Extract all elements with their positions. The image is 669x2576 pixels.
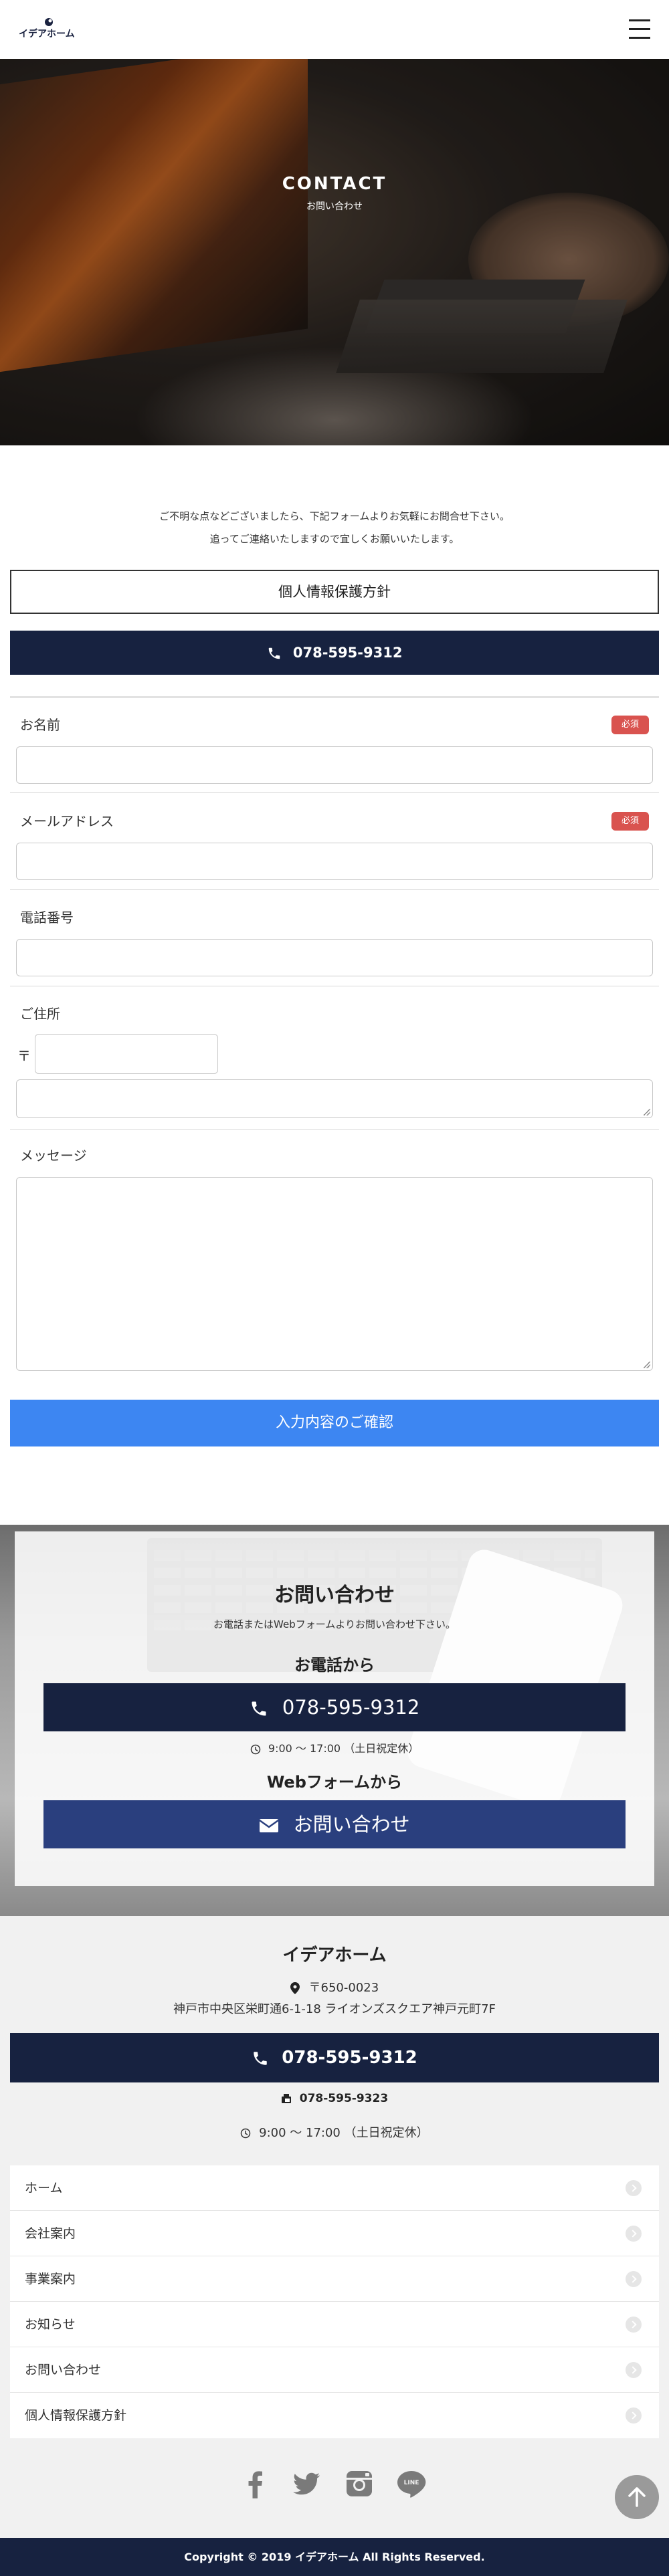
tel-label: 電話番号 bbox=[20, 909, 74, 926]
line-icon-text: LINE bbox=[404, 2480, 419, 2486]
footer-nav: ホーム 会社案内 事業案内 お知らせ お問い合わせ 個人情報保護方針 bbox=[10, 2165, 659, 2438]
fax-icon bbox=[281, 2094, 291, 2103]
contact-hours: 9:00 ～ 17:00 （土日祝定休） bbox=[0, 1739, 669, 1755]
contact-phone-button[interactable]: 078-595-9312 bbox=[43, 1683, 626, 1731]
envelope-icon bbox=[259, 1819, 280, 1832]
contact-phone-label: 078-595-9312 bbox=[282, 1696, 420, 1719]
nav-label: ホーム bbox=[25, 2181, 63, 2195]
nav-label: 事業案内 bbox=[25, 2272, 76, 2286]
site-header: イデアホーム bbox=[0, 0, 669, 59]
hero-title: CONTACT bbox=[282, 174, 387, 194]
tel-input[interactable] bbox=[16, 939, 653, 976]
clock-icon bbox=[241, 2128, 251, 2139]
contact-lead: お電話またはWebフォームよりお問い合わせ下さい。 bbox=[213, 1618, 456, 1630]
footer-zip-text: 〒650-0023 bbox=[308, 1981, 379, 1995]
form-divider bbox=[10, 1129, 659, 1130]
clock-icon bbox=[250, 1744, 261, 1754]
name-label: お名前 bbox=[20, 717, 60, 733]
line-icon[interactable]: LINE bbox=[395, 2468, 427, 2500]
site-logo[interactable]: イデアホーム bbox=[19, 17, 76, 41]
chevron-right-icon bbox=[626, 2362, 642, 2378]
footer-nav-privacy[interactable]: 個人情報保護方針 bbox=[10, 2393, 659, 2438]
footer-fax-text: 078-595-9323 bbox=[299, 2092, 389, 2105]
zip-input[interactable] bbox=[35, 1034, 218, 1074]
chevron-right-icon bbox=[626, 2226, 642, 2242]
map-pin-icon bbox=[290, 1982, 300, 1994]
form-divider bbox=[10, 792, 659, 793]
footer-fax: 078-595-9323 bbox=[0, 2092, 669, 2105]
confirm-button[interactable]: 入力内容のご確認 bbox=[10, 1400, 659, 1446]
arrow-up-icon bbox=[628, 2487, 646, 2507]
facebook-icon[interactable] bbox=[240, 2468, 272, 2500]
footer-address: 神戸市中央区栄町通6-1-18 ライオンズスクエア神戸元町7F bbox=[173, 2002, 496, 2016]
email-label: メールアドレス bbox=[20, 813, 114, 829]
twitter-icon[interactable] bbox=[290, 2468, 322, 2500]
nav-label: お問い合わせ bbox=[25, 2363, 102, 2377]
intro-line-1: ご不明な点などございましたら、下記フォームよりお気軽にお問合せ下さい。 bbox=[159, 510, 510, 522]
phone-button[interactable]: 078-595-9312 bbox=[10, 631, 659, 675]
nav-label: お知らせ bbox=[25, 2317, 76, 2332]
logo-text: イデアホーム bbox=[19, 29, 75, 39]
contact-title: お問い合わせ bbox=[274, 1584, 395, 1607]
web-heading: Webフォームから bbox=[266, 1773, 403, 1792]
chevron-right-icon bbox=[626, 2407, 642, 2424]
intro-text: ご不明な点などございましたら、下記フォームよりお気軽にお問合せ下さい。 追ってご… bbox=[0, 505, 669, 550]
phone-heading: お電話から bbox=[294, 1656, 375, 1675]
back-to-top-button[interactable] bbox=[615, 2475, 659, 2519]
footer-phone-button[interactable]: 078-595-9312 bbox=[10, 2033, 659, 2082]
footer-hours-text: 9:00 ～ 17:00 （土日祝定休） bbox=[259, 2126, 429, 2140]
instagram-icon[interactable] bbox=[343, 2468, 375, 2500]
intro-line-2: 追ってご連絡いたしますので宜しくお願いいたします。 bbox=[209, 533, 460, 545]
phone-icon bbox=[252, 1701, 266, 1716]
required-badge: 必須 bbox=[611, 716, 649, 734]
form-divider bbox=[10, 889, 659, 890]
phone-icon bbox=[268, 647, 280, 659]
footer-nav-contact[interactable]: お問い合わせ bbox=[10, 2347, 659, 2393]
footer-nav-news[interactable]: お知らせ bbox=[10, 2302, 659, 2347]
name-input[interactable] bbox=[16, 746, 653, 784]
chevron-right-icon bbox=[626, 2271, 642, 2287]
message-textarea[interactable] bbox=[16, 1177, 653, 1371]
nav-label: 個人情報保護方針 bbox=[25, 2408, 127, 2423]
form-divider bbox=[10, 696, 659, 698]
phone-button-label: 078-595-9312 bbox=[292, 645, 403, 661]
nav-label: 会社案内 bbox=[25, 2226, 76, 2241]
hero-banner bbox=[0, 59, 669, 445]
contact-hours-text: 9:00 ～ 17:00 （土日祝定休） bbox=[268, 1742, 419, 1755]
copyright: Copyright © 2019 イデアホーム All Rights Reser… bbox=[0, 2538, 669, 2576]
email-input[interactable] bbox=[16, 843, 653, 880]
footer-hours: 9:00 ～ 17:00 （土日祝定休） bbox=[0, 2123, 669, 2141]
web-contact-label: お問い合わせ bbox=[293, 1813, 410, 1836]
zip-mark: 〒 bbox=[17, 1048, 31, 1064]
message-label: メッセージ bbox=[20, 1148, 87, 1164]
footer-nav-business[interactable]: 事業案内 bbox=[10, 2256, 659, 2302]
phone-icon bbox=[254, 2051, 267, 2065]
hero-subtitle: お問い合わせ bbox=[306, 201, 363, 212]
footer-nav-home[interactable]: ホーム bbox=[10, 2165, 659, 2211]
footer-company-name: イデアホーム bbox=[282, 1945, 387, 1965]
required-badge: 必須 bbox=[611, 812, 649, 831]
address-label: ご住所 bbox=[20, 1006, 60, 1022]
privacy-policy-button[interactable]: 個人情報保護方針 bbox=[10, 570, 659, 614]
chevron-right-icon bbox=[626, 2317, 642, 2333]
chevron-right-icon bbox=[626, 2180, 642, 2196]
web-contact-button[interactable]: お問い合わせ bbox=[43, 1800, 626, 1848]
footer-phone-label: 078-595-9312 bbox=[282, 2048, 417, 2068]
footer-nav-company[interactable]: 会社案内 bbox=[10, 2211, 659, 2256]
footer-zip: 〒650-0023 bbox=[0, 1978, 669, 1996]
hamburger-icon[interactable] bbox=[626, 16, 653, 43]
logo-mark-icon bbox=[45, 18, 53, 26]
address-input[interactable] bbox=[16, 1079, 653, 1118]
